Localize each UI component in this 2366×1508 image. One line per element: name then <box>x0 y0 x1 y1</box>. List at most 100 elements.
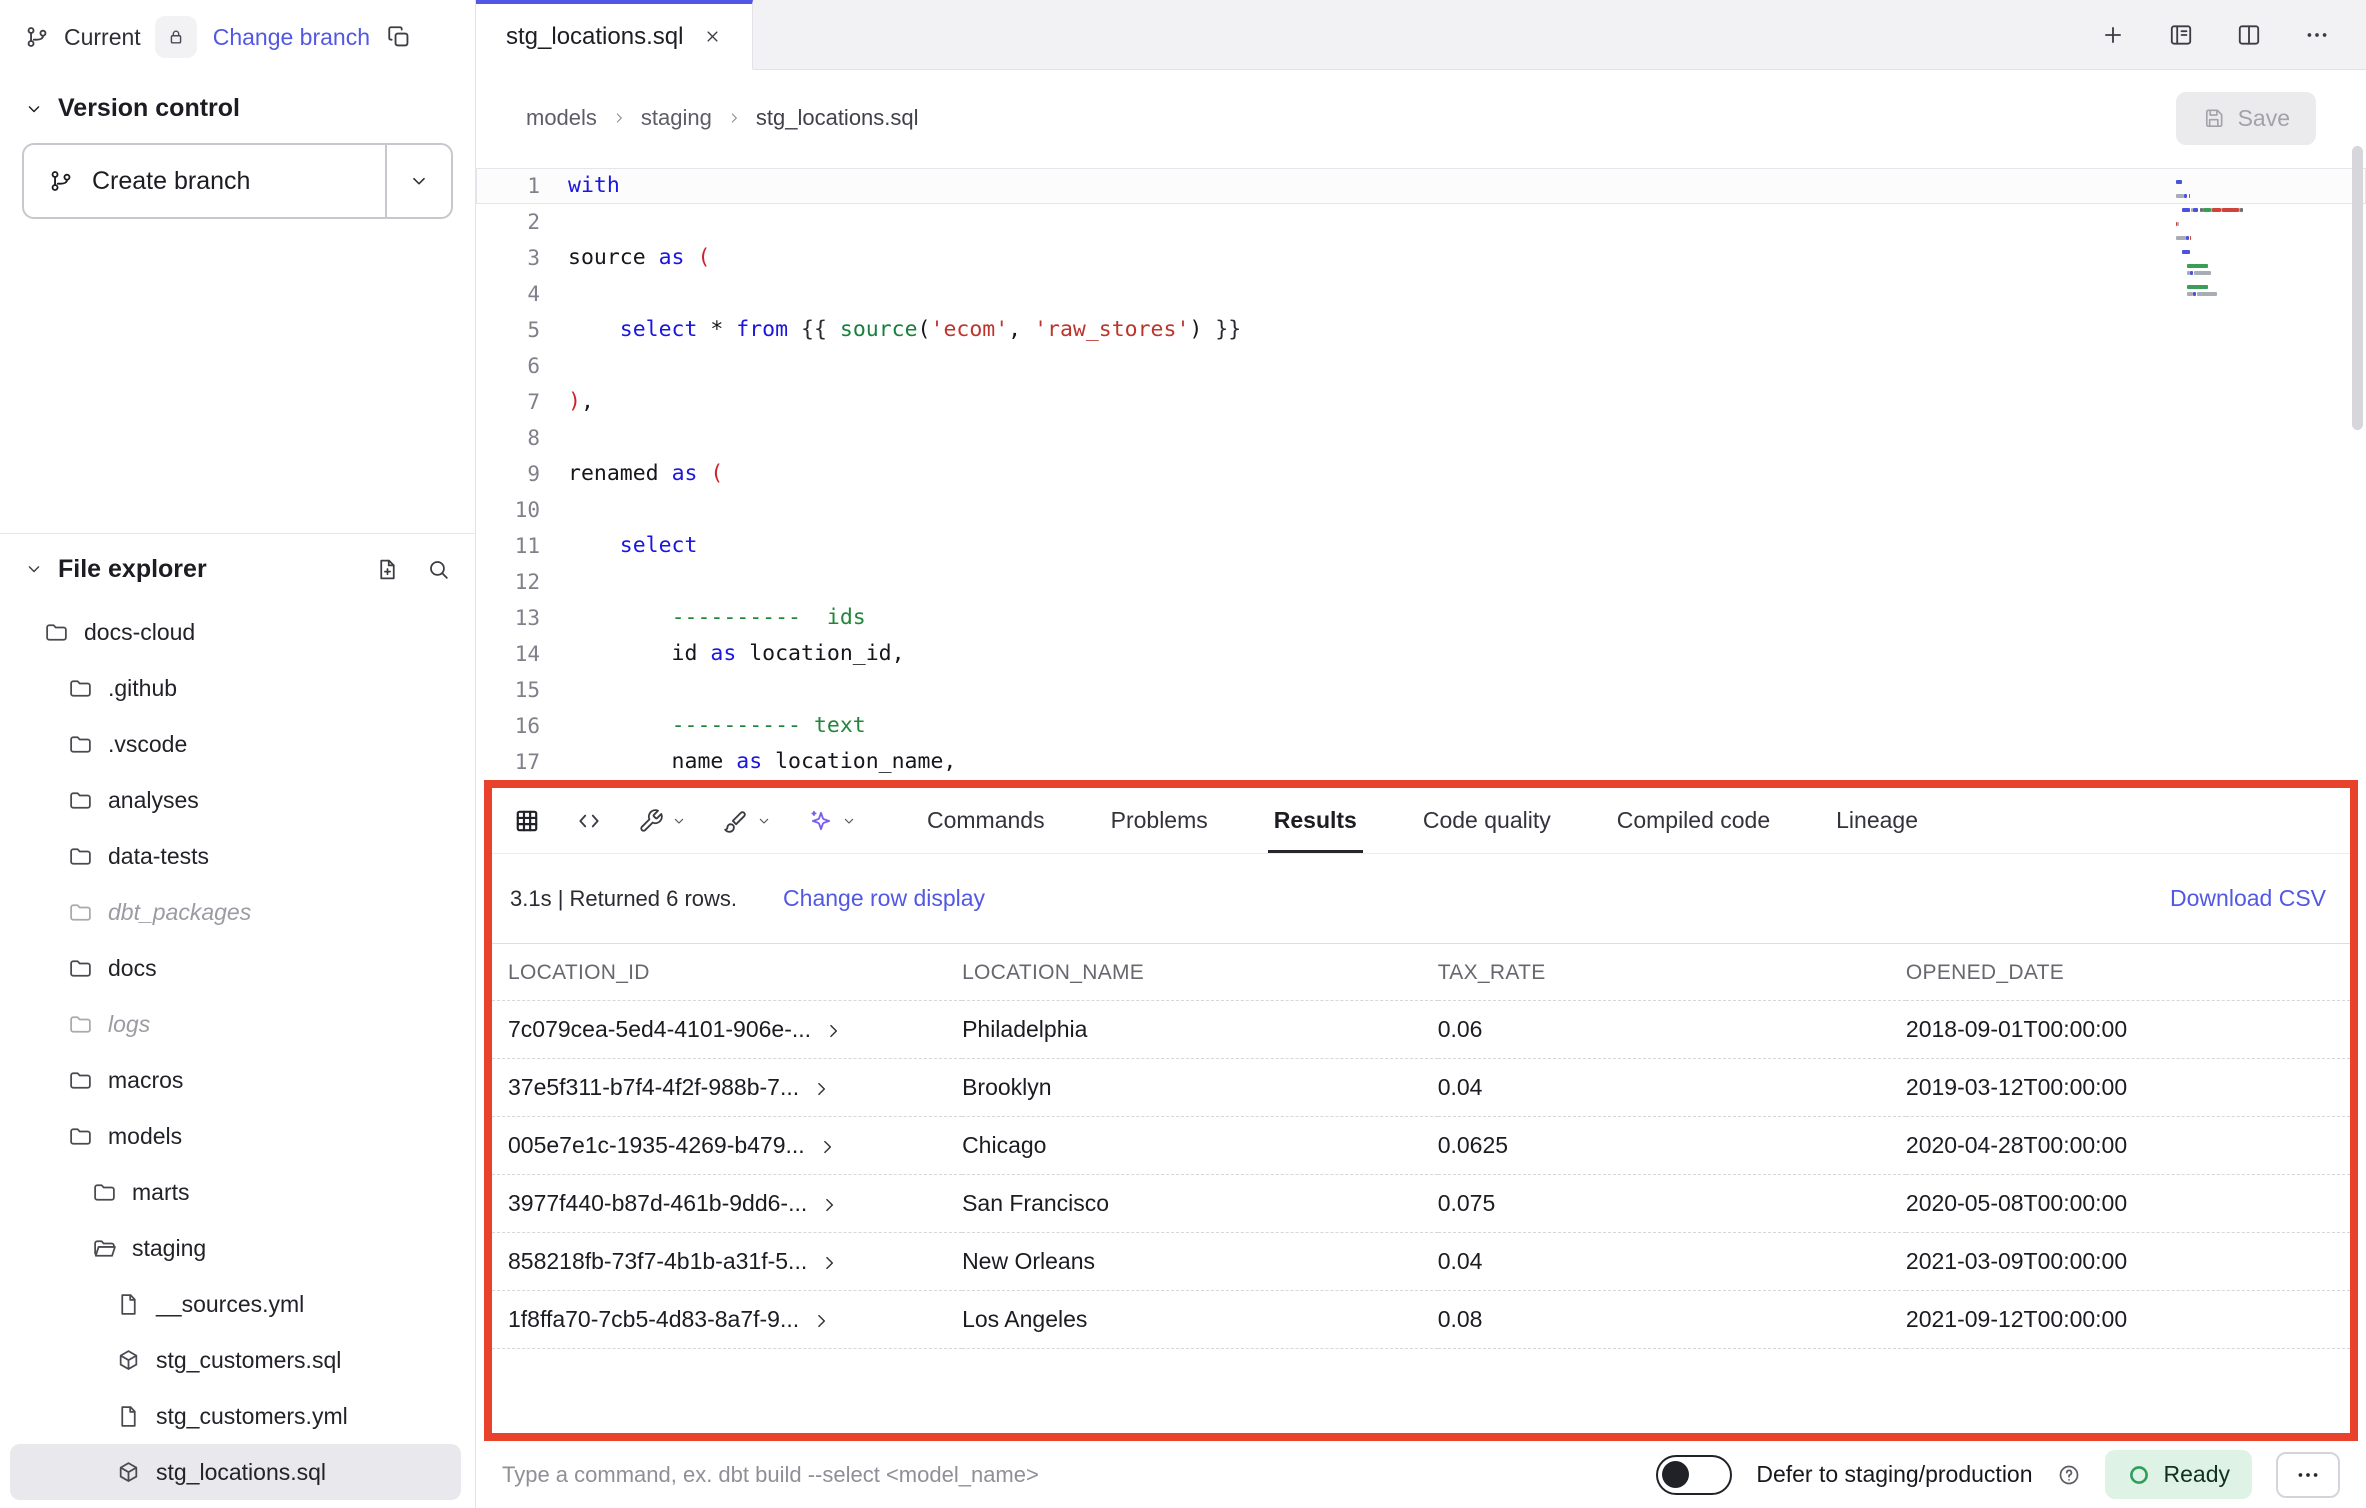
compile-code-button[interactable] <box>576 808 602 834</box>
code-line: 13 ---------- ids <box>476 600 2366 636</box>
file-tree: docs-cloud.github.vscodeanalysesdata-tes… <box>0 604 475 1508</box>
create-branch-button[interactable]: Create branch <box>24 145 385 217</box>
more-actions-button[interactable] <box>2276 1452 2340 1498</box>
file-tree-item-staging[interactable]: staging <box>10 1220 461 1276</box>
line-number: 3 <box>476 240 568 276</box>
table-cell: Chicago <box>962 1117 1438 1175</box>
file-explorer-section-header[interactable]: File explorer <box>0 534 475 604</box>
table-cell: 2021-03-09T00:00:00 <box>1906 1233 2350 1291</box>
more-options-icon[interactable] <box>2304 22 2330 48</box>
file-tree-item-stg-customers-yml[interactable]: stg_customers.yml <box>10 1388 461 1444</box>
row-expand-icon[interactable] <box>811 1311 831 1331</box>
file-tree-item-data-tests[interactable]: data-tests <box>10 828 461 884</box>
file-tree-item-docs-cloud[interactable]: docs-cloud <box>10 604 461 660</box>
search-icon[interactable] <box>426 557 451 582</box>
new-file-icon[interactable] <box>375 557 400 582</box>
copy-icon[interactable] <box>386 24 412 50</box>
code-line: 5 select * from {{ source('ecom', 'raw_s… <box>476 312 2366 348</box>
build-button[interactable] <box>638 808 687 834</box>
command-bar: Defer to staging/production Ready <box>476 1441 2366 1508</box>
file-tree-item-stg-customers-sql[interactable]: stg_customers.sql <box>10 1332 461 1388</box>
code-lines: 1with23source as (45 select * from {{ so… <box>476 168 2366 780</box>
file-tree-item-analyses[interactable]: analyses <box>10 772 461 828</box>
file-tree-item--vscode[interactable]: .vscode <box>10 716 461 772</box>
file-tree-item-docs[interactable]: docs <box>10 940 461 996</box>
file-tree-item--sources-yml[interactable]: __sources.yml <box>10 1276 461 1332</box>
new-tab-plus-icon[interactable] <box>2100 22 2126 48</box>
tab-compiled-code[interactable]: Compiled code <box>1611 788 1776 853</box>
tab-results[interactable]: Results <box>1268 788 1363 853</box>
file-tree-item-marts[interactable]: marts <box>10 1164 461 1220</box>
command-input[interactable] <box>502 1462 1632 1488</box>
line-number: 9 <box>476 456 568 492</box>
split-view-icon[interactable] <box>2236 22 2262 48</box>
column-header: TAX_RATE <box>1438 944 1906 1001</box>
chevron-down-icon <box>841 813 857 829</box>
row-expand-icon[interactable] <box>823 1021 843 1041</box>
editor-tab-stg-locations[interactable]: stg_locations.sql <box>476 0 753 70</box>
line-number: 11 <box>476 528 568 564</box>
change-row-display-link[interactable]: Change row display <box>783 885 985 912</box>
folder-icon <box>68 1012 93 1037</box>
file-tree-item-label: marts <box>132 1179 190 1206</box>
minimap[interactable] <box>2176 180 2326 299</box>
table-row[interactable]: 858218fb-73f7-4b1b-a31f-5...New Orleans0… <box>492 1233 2350 1291</box>
tab-code-quality[interactable]: Code quality <box>1417 788 1557 853</box>
code-line: 2 <box>476 204 2366 240</box>
folder-icon <box>68 1068 93 1093</box>
change-branch-link[interactable]: Change branch <box>213 24 370 51</box>
file-tree-item--github[interactable]: .github <box>10 660 461 716</box>
format-button[interactable] <box>723 808 772 834</box>
table-row[interactable]: 1f8ffa70-7cb5-4d83-8a7f-9...Los Angeles0… <box>492 1291 2350 1349</box>
table-cell: 0.04 <box>1438 1059 1906 1117</box>
file-tree-item-label: stg_locations.sql <box>156 1459 326 1486</box>
line-number: 14 <box>476 636 568 672</box>
table-row[interactable]: 005e7e1c-1935-4269-b479...Chicago0.06252… <box>492 1117 2350 1175</box>
table-cell: 0.075 <box>1438 1175 1906 1233</box>
file-tree-item-logs[interactable]: logs <box>10 996 461 1052</box>
table-row[interactable]: 3977f440-b87d-461b-9dd6-...San Francisco… <box>492 1175 2350 1233</box>
table-row[interactable]: 37e5f311-b7f4-4f2f-988b-7...Brooklyn0.04… <box>492 1059 2350 1117</box>
ready-status-badge[interactable]: Ready <box>2105 1450 2252 1499</box>
version-control-section-header[interactable]: Version control <box>0 74 475 137</box>
download-csv-link[interactable]: Download CSV <box>2170 885 2326 912</box>
file-tree-item-models[interactable]: models <box>10 1108 461 1164</box>
preview-table-button[interactable] <box>514 808 540 834</box>
table-cell: New Orleans <box>962 1233 1438 1291</box>
row-expand-icon[interactable] <box>811 1079 831 1099</box>
code-line: 14 id as location_id, <box>476 636 2366 672</box>
close-icon[interactable] <box>703 27 722 46</box>
row-expand-icon[interactable] <box>819 1253 839 1273</box>
defer-toggle[interactable] <box>1656 1455 1732 1495</box>
row-expand-icon[interactable] <box>819 1195 839 1215</box>
tab-lineage[interactable]: Lineage <box>1830 788 1924 853</box>
code-line: 8 <box>476 420 2366 456</box>
toggle-knob <box>1662 1461 1689 1488</box>
table-cell: 2021-09-12T00:00:00 <box>1906 1291 2350 1349</box>
file-tree-item-macros[interactable]: macros <box>10 1052 461 1108</box>
code-line: 12 <box>476 564 2366 600</box>
table-grid-icon <box>514 808 540 834</box>
breadcrumb-bar: models staging stg_locations.sql Save <box>476 70 2366 166</box>
line-number: 12 <box>476 564 568 600</box>
save-button[interactable]: Save <box>2176 92 2316 145</box>
file-tree-item-dbt-packages[interactable]: dbt_packages <box>10 884 461 940</box>
tab-problems[interactable]: Problems <box>1105 788 1214 853</box>
file-tree-item-label: docs <box>108 955 157 982</box>
file-tree-item-stg-locations-sql[interactable]: stg_locations.sql <box>10 1444 461 1500</box>
code-line: 10 <box>476 492 2366 528</box>
create-branch-caret-button[interactable] <box>385 145 451 217</box>
code-editor[interactable]: 1with23source as (45 select * from {{ so… <box>476 166 2366 780</box>
ai-fix-button[interactable] <box>808 808 857 834</box>
table-row[interactable]: 7c079cea-5ed4-4101-906e-...Philadelphia0… <box>492 1001 2350 1059</box>
help-circle-icon[interactable] <box>2057 1463 2081 1487</box>
tab-commands[interactable]: Commands <box>921 788 1051 853</box>
editor-scrollbar-thumb[interactable] <box>2352 146 2363 430</box>
code-line: 3source as ( <box>476 240 2366 276</box>
notebook-icon[interactable] <box>2168 22 2194 48</box>
file-tree-item-label: logs <box>108 1011 150 1038</box>
row-expand-icon[interactable] <box>817 1137 837 1157</box>
code-line: 7), <box>476 384 2366 420</box>
results-table: LOCATION_ID LOCATION_NAME TAX_RATE OPENE… <box>492 944 2350 1349</box>
table-cell: Philadelphia <box>962 1001 1438 1059</box>
